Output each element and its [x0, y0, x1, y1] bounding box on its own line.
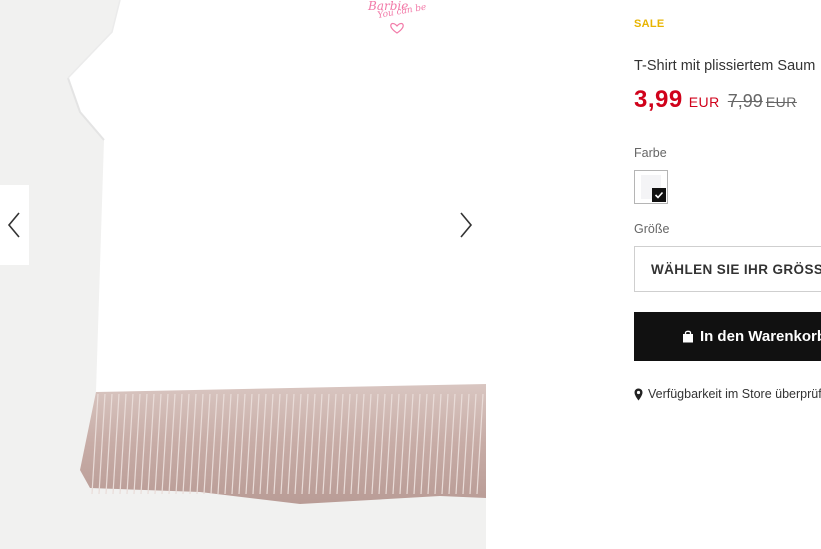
price-row: 3,99 EUR 7,99 EUR	[634, 86, 797, 114]
product-title: T-Shirt mit plissiertem Saum	[634, 58, 816, 74]
color-swatch-white[interactable]	[634, 170, 668, 204]
check-icon	[652, 188, 666, 202]
current-price-currency: EUR	[688, 94, 720, 110]
size-select-placeholder: WÄHLEN SIE IHR GRÖSSE	[651, 261, 821, 277]
color-label: Farbe	[634, 146, 667, 160]
chevron-left-icon	[7, 212, 20, 238]
product-image-gallery: Barbie You can be	[0, 0, 486, 549]
store-availability-label: Verfügbarkeit im Store überprüfen	[648, 387, 821, 401]
gallery-prev-button[interactable]	[0, 185, 29, 265]
add-to-cart-label: In den Warenkorb	[699, 328, 821, 345]
sale-badge: SALE	[634, 18, 665, 30]
product-info-panel: SALE T-Shirt mit plissiertem Saum 3,99 EU…	[634, 0, 821, 549]
gallery-next-button[interactable]	[446, 185, 486, 265]
add-to-cart-button[interactable]: In den Warenkorb	[634, 312, 821, 361]
size-select[interactable]: WÄHLEN SIE IHR GRÖSSE	[634, 246, 821, 292]
original-price: 7,99	[727, 91, 763, 111]
size-label: Größe	[634, 222, 670, 236]
store-availability-link[interactable]: Verfügbarkeit im Store überprüfen	[634, 387, 821, 401]
chevron-right-icon	[460, 212, 473, 238]
shopping-bag-icon	[682, 330, 693, 343]
product-photo: Barbie You can be	[67, 0, 486, 504]
map-pin-icon	[634, 388, 643, 400]
current-price: 3,99	[634, 86, 683, 113]
original-price-currency: EUR	[765, 94, 797, 110]
